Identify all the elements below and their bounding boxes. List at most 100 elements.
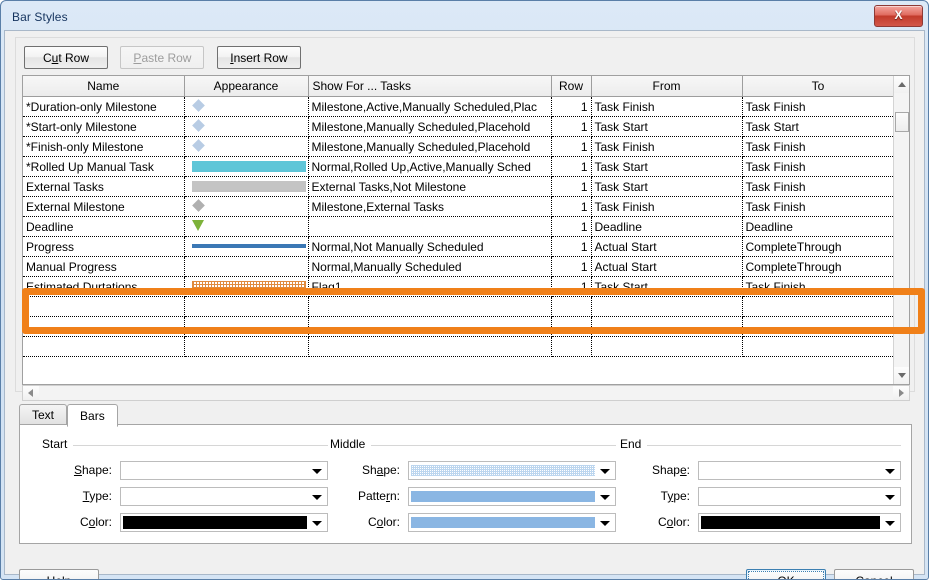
cell-row[interactable] — [551, 316, 592, 337]
cell-from[interactable]: Task Start — [591, 276, 743, 297]
cell-name[interactable]: Deadline — [23, 216, 185, 237]
cell-to[interactable]: CompleteThrough — [742, 236, 895, 257]
cell-to[interactable] — [742, 296, 895, 317]
grid-horizontal-scrollbar[interactable] — [22, 385, 910, 401]
cell-to[interactable]: CompleteThrough — [742, 256, 895, 277]
cell-show-for[interactable]: Milestone,Active,Manually Scheduled,Plac — [308, 96, 552, 117]
cell-appearance[interactable] — [184, 336, 309, 357]
insert-row-button[interactable]: Insert Row — [216, 46, 301, 69]
cell-show-for[interactable] — [308, 316, 552, 337]
cell-row[interactable]: 1 — [551, 216, 592, 237]
cell-show-for[interactable] — [308, 216, 552, 237]
table-row[interactable]: *Finish-only Milestone Milestone,Manually… — [23, 136, 895, 157]
cell-show-for[interactable]: Flag1 — [308, 276, 552, 297]
cell-row[interactable]: 1 — [551, 196, 592, 217]
cell-from[interactable] — [591, 316, 743, 337]
cell-to[interactable]: Task Finish — [742, 136, 895, 157]
table-row[interactable]: Deadline 1 Deadline Deadline — [23, 216, 895, 237]
cell-show-for[interactable] — [308, 296, 552, 317]
cell-row[interactable]: 1 — [551, 156, 592, 177]
cell-from[interactable]: Task Finish — [591, 136, 743, 157]
cell-to[interactable] — [742, 336, 895, 357]
table-row[interactable] — [23, 296, 895, 317]
cell-appearance[interactable] — [184, 316, 309, 337]
end-color-combo[interactable] — [698, 513, 901, 532]
cell-row[interactable]: 1 — [551, 96, 592, 117]
ok-button[interactable]: OK — [746, 569, 826, 579]
cell-show-for[interactable]: Milestone,Manually Scheduled,Placehold — [308, 136, 552, 157]
table-row[interactable]: Manual Progress Normal,Manually Scheduled… — [23, 256, 895, 277]
cell-row[interactable]: 1 — [551, 116, 592, 137]
cell-name[interactable]: Progress — [23, 236, 185, 257]
cell-row[interactable] — [551, 296, 592, 317]
cell-name[interactable] — [23, 336, 185, 357]
table-row[interactable]: *Duration-only Milestone Milestone,Active… — [23, 96, 895, 117]
cell-row[interactable] — [551, 336, 592, 357]
cell-from[interactable]: Task Start — [591, 176, 743, 197]
cell-appearance[interactable] — [184, 276, 309, 297]
table-row[interactable] — [23, 336, 895, 357]
middle-pattern-combo[interactable] — [408, 487, 616, 506]
cell-row[interactable]: 1 — [551, 236, 592, 257]
cell-appearance[interactable] — [184, 116, 309, 137]
cell-appearance[interactable] — [184, 236, 309, 257]
cell-to[interactable]: Task Finish — [742, 156, 895, 177]
cell-name[interactable]: External Milestone — [23, 196, 185, 217]
cell-name[interactable]: Manual Progress — [23, 256, 185, 277]
cell-from[interactable]: Actual Start — [591, 256, 743, 277]
cell-appearance[interactable] — [184, 96, 309, 117]
column-header-row[interactable]: Row — [551, 76, 592, 97]
cut-row-button[interactable]: Cut Row — [24, 46, 108, 69]
cell-to[interactable]: Task Finish — [742, 276, 895, 297]
table-row[interactable] — [23, 316, 895, 337]
cell-appearance[interactable] — [184, 136, 309, 157]
cell-row[interactable]: 1 — [551, 176, 592, 197]
start-type-combo[interactable] — [120, 487, 328, 506]
cell-appearance[interactable] — [184, 156, 309, 177]
scrollbar-thumb[interactable] — [895, 112, 909, 132]
cell-show-for[interactable]: External Tasks,Not Milestone — [308, 176, 552, 197]
cell-from[interactable] — [591, 296, 743, 317]
cell-appearance[interactable] — [184, 256, 309, 277]
cell-name[interactable] — [23, 296, 185, 317]
cell-name[interactable]: External Tasks — [23, 176, 185, 197]
column-header-from[interactable]: From — [591, 76, 743, 97]
scroll-right-icon[interactable] — [893, 386, 909, 400]
scroll-up-icon[interactable] — [894, 76, 909, 93]
column-header-show-for[interactable]: Show For ... Tasks — [308, 76, 552, 97]
table-row[interactable]: External Tasks External Tasks,Not Milesto… — [23, 176, 895, 197]
cell-from[interactable]: Task Start — [591, 116, 743, 137]
column-header-to[interactable]: To — [742, 76, 895, 97]
end-shape-combo[interactable] — [698, 461, 901, 480]
cell-to[interactable]: Deadline — [742, 216, 895, 237]
cancel-button[interactable]: Cancel — [834, 569, 914, 579]
cell-from[interactable]: Actual Start — [591, 236, 743, 257]
cell-show-for[interactable]: Normal,Rolled Up,Active,Manually Sched — [308, 156, 552, 177]
grid-vertical-scrollbar[interactable] — [893, 76, 909, 384]
cell-show-for[interactable]: Milestone,Manually Scheduled,Placehold — [308, 116, 552, 137]
cell-name[interactable]: *Duration-only Milestone — [23, 96, 185, 117]
cell-to[interactable]: Task Start — [742, 116, 895, 137]
cell-appearance[interactable] — [184, 296, 309, 317]
cell-from[interactable]: Task Finish — [591, 196, 743, 217]
cell-from[interactable]: Task Start — [591, 156, 743, 177]
cell-show-for[interactable] — [308, 336, 552, 357]
cell-from[interactable]: Task Finish — [591, 96, 743, 117]
tab-text[interactable]: Text — [19, 404, 68, 425]
cell-name[interactable] — [23, 316, 185, 337]
table-row[interactable]: *Rolled Up Manual Task Normal,Rolled Up,A… — [23, 156, 895, 177]
cell-row[interactable]: 1 — [551, 136, 592, 157]
table-row[interactable]: Estimated Durtations Flag1 1 Task Start Task… — [23, 276, 895, 297]
cell-to[interactable]: Task Finish — [742, 96, 895, 117]
table-row[interactable]: External Milestone Milestone,External Tas… — [23, 196, 895, 217]
close-icon[interactable]: X — [874, 5, 923, 27]
cell-appearance[interactable] — [184, 176, 309, 197]
cell-show-for[interactable]: Normal,Not Manually Scheduled — [308, 236, 552, 257]
table-row[interactable]: *Start-only Milestone Milestone,Manually … — [23, 116, 895, 137]
cell-row[interactable]: 1 — [551, 276, 592, 297]
cell-to[interactable]: Task Finish — [742, 176, 895, 197]
cell-to[interactable]: Task Finish — [742, 196, 895, 217]
column-header-appearance[interactable]: Appearance — [184, 76, 309, 97]
scroll-down-icon[interactable] — [894, 367, 909, 384]
cell-from[interactable] — [591, 336, 743, 357]
